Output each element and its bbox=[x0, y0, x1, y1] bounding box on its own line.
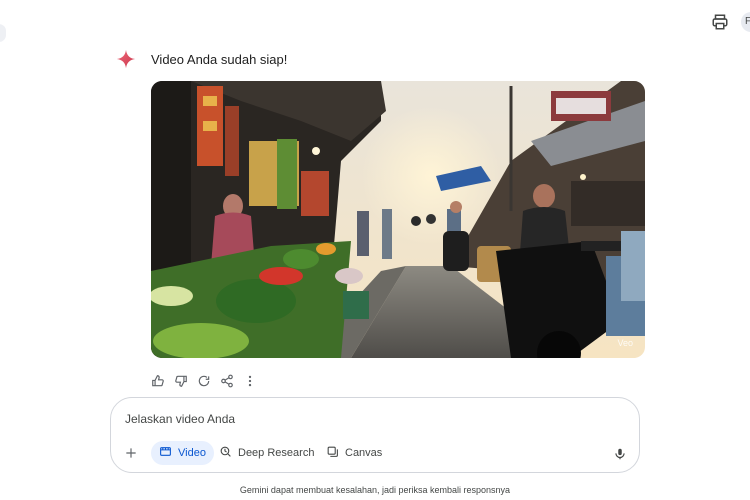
tool-canvas-label: Canvas bbox=[345, 447, 383, 459]
tool-video-label: Video bbox=[178, 447, 206, 459]
side-panel-edge[interactable] bbox=[0, 24, 6, 42]
printer-icon[interactable] bbox=[711, 13, 729, 31]
avatar-initial: F bbox=[745, 16, 750, 27]
prompt-composer[interactable]: Jelaskan video Anda Video Deep Research … bbox=[110, 397, 640, 473]
thumb-down-icon[interactable] bbox=[174, 374, 188, 388]
video-watermark: Veo bbox=[617, 338, 633, 348]
video-icon bbox=[159, 445, 172, 461]
gemini-sparkle-icon bbox=[116, 49, 136, 69]
generated-video[interactable]: Veo bbox=[151, 81, 645, 358]
response-actions bbox=[151, 374, 257, 388]
prompt-input[interactable]: Jelaskan video Anda bbox=[125, 412, 235, 426]
redo-icon[interactable] bbox=[197, 374, 211, 388]
tool-video-button[interactable]: Video bbox=[151, 441, 214, 465]
avatar[interactable]: F bbox=[741, 12, 750, 32]
response-message: Video Anda sudah siap! bbox=[151, 52, 288, 67]
canvas-icon bbox=[326, 445, 339, 461]
deep-research-icon bbox=[219, 445, 232, 461]
tool-deep-research-button[interactable]: Deep Research bbox=[211, 441, 322, 465]
more-vert-icon[interactable] bbox=[243, 374, 257, 388]
disclaimer-text: Gemini dapat membuat kesalahan, jadi per… bbox=[239, 485, 511, 495]
microphone-icon[interactable] bbox=[613, 447, 627, 461]
add-icon[interactable] bbox=[124, 446, 138, 460]
tool-canvas-button[interactable]: Canvas bbox=[318, 441, 390, 465]
thumb-up-icon[interactable] bbox=[151, 374, 165, 388]
share-icon[interactable] bbox=[220, 374, 234, 388]
tool-deep-research-label: Deep Research bbox=[238, 447, 315, 459]
